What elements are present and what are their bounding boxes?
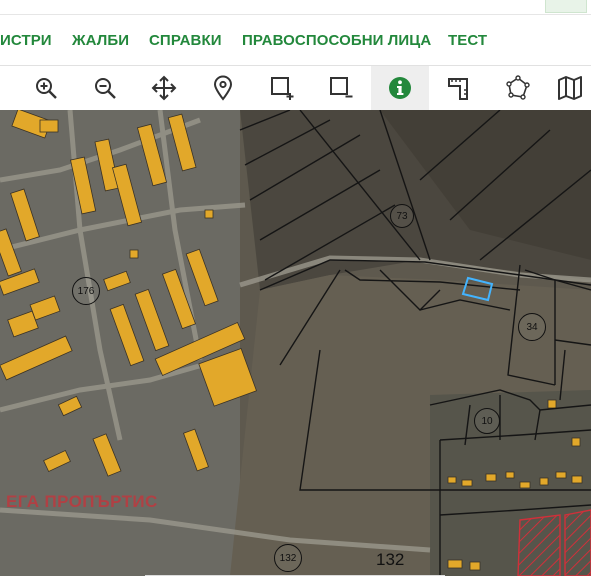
draw-shape-icon	[506, 75, 530, 100]
pan-button[interactable]	[135, 66, 193, 110]
main-nav: ИСТРИ ЖАЛБИ СПРАВКИ ПРАВОСПОСОБНИ ЛИЦА Т…	[0, 15, 591, 66]
hatched-parcel-2	[564, 509, 591, 576]
watermark-text: ЕГА ПРОПЪРТИС	[6, 492, 158, 511]
nav-item-references[interactable]: СПРАВКИ	[149, 32, 222, 49]
info-icon	[389, 77, 411, 99]
parcel-label-73-text: 73	[396, 210, 408, 222]
parcel-label-132-circle-text: 132	[279, 552, 297, 564]
parcel-label-132: 132	[376, 550, 405, 569]
parcel-label-34-text: 34	[526, 321, 538, 333]
nav-item-legal-entities[interactable]: ПРАВОСПОСОБНИ ЛИЦА	[242, 32, 431, 49]
pan-icon	[151, 75, 177, 101]
zoom-in-icon	[36, 78, 57, 99]
parcel-label-10-text: 10	[481, 415, 493, 427]
top-right-tab[interactable]	[545, 0, 587, 13]
parcel-label-10[interactable]: 10	[474, 408, 500, 434]
add-polygon-button[interactable]	[253, 66, 311, 110]
info-button[interactable]	[371, 66, 429, 110]
cadastral-map[interactable]: ЕГА ПРОПЪРТИС 73 176 34 10 132 132	[0, 110, 591, 576]
remove-polygon-button[interactable]	[312, 66, 370, 110]
zoom-in-button[interactable]	[17, 66, 75, 110]
map-toolbar	[0, 66, 591, 111]
draw-shape-button[interactable]	[489, 66, 547, 110]
zoom-out-icon	[95, 78, 116, 99]
parcel-label-132-circle[interactable]: 132	[274, 544, 302, 572]
nav-item-complaints[interactable]: ЖАЛБИ	[72, 32, 129, 49]
map-layers-button[interactable]	[548, 66, 591, 110]
parcel-label-34[interactable]: 34	[518, 313, 546, 341]
hatched-parcel-1	[517, 514, 561, 576]
nav-item-test[interactable]: ТЕСТ	[448, 32, 487, 49]
parcel-label-176-text: 176	[77, 285, 95, 297]
parcel-label-73[interactable]: 73	[390, 204, 414, 228]
remove-polygon-icon	[330, 77, 353, 98]
nav-item-registers[interactable]: ИСТРИ	[0, 32, 52, 49]
add-polygon-icon	[271, 77, 294, 100]
location-pin-icon	[213, 75, 233, 101]
top-strip	[0, 0, 591, 15]
location-button[interactable]	[194, 66, 252, 110]
measure-icon	[448, 78, 468, 100]
zoom-out-button[interactable]	[76, 66, 134, 110]
map-layers-icon	[557, 76, 582, 100]
measure-button[interactable]	[430, 66, 488, 110]
parcel-label-176[interactable]: 176	[72, 277, 100, 305]
